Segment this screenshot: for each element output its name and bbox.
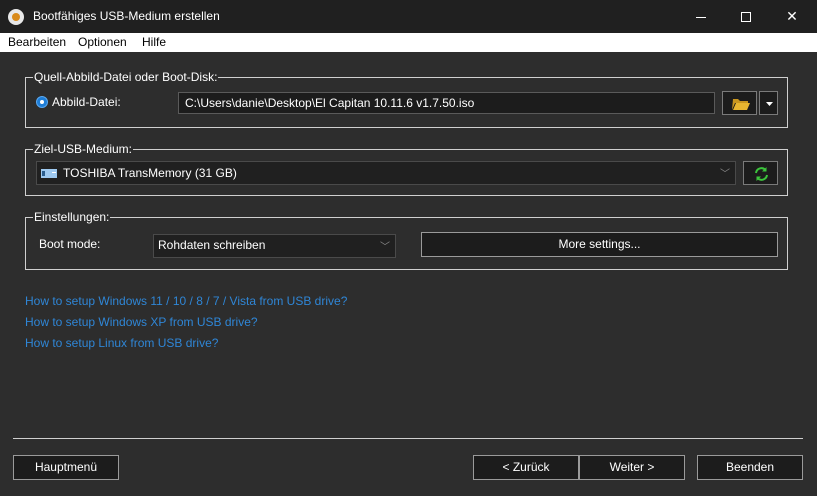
menu-optionen[interactable]: Optionen <box>78 35 127 49</box>
menu-hilfe[interactable]: Hilfe <box>142 35 166 49</box>
chevron-down-icon: ﹀ <box>720 169 730 180</box>
link-setup-linux[interactable]: How to setup Linux from USB drive? <box>25 336 218 350</box>
boot-mode-select[interactable]: Rohdaten schreiben ﹀ <box>153 234 396 258</box>
footer-separator <box>13 438 803 439</box>
link-setup-windows[interactable]: How to setup Windows 11 / 10 / 8 / 7 / V… <box>25 294 347 308</box>
settings-group-legend: Einstellungen: <box>33 209 111 225</box>
browse-button[interactable] <box>722 91 757 115</box>
chevron-down-icon: ﹀ <box>380 242 390 253</box>
refresh-icon <box>755 167 768 181</box>
image-file-radio[interactable] <box>36 96 48 108</box>
maximize-icon <box>741 12 751 23</box>
source-group-legend: Quell-Abbild-Datei oder Boot-Disk: <box>33 69 219 85</box>
caret-down-icon <box>766 102 773 106</box>
refresh-button[interactable] <box>743 161 778 185</box>
source-dropdown-button[interactable] <box>759 91 778 115</box>
app-icon <box>8 9 24 25</box>
title-bar: Bootfähiges USB-Medium erstellen ✕ <box>0 0 817 33</box>
exit-button[interactable]: Beenden <box>697 455 803 480</box>
usb-drive-icon <box>41 169 57 178</box>
close-button[interactable]: ✕ <box>769 0 815 33</box>
boot-mode-label: Boot mode: <box>39 237 101 251</box>
minimize-button[interactable] <box>678 0 724 33</box>
next-button[interactable]: Weiter > <box>579 455 685 480</box>
minimize-icon <box>696 16 706 18</box>
source-group: Quell-Abbild-Datei oder Boot-Disk: Abbil… <box>25 69 788 128</box>
main-content: Quell-Abbild-Datei oder Boot-Disk: Abbil… <box>0 52 817 496</box>
target-group: Ziel-USB-Medium: TOSHIBA TransMemory (31… <box>25 141 788 196</box>
maximize-button[interactable] <box>723 0 769 33</box>
target-drive-select[interactable]: TOSHIBA TransMemory (31 GB) ﹀ <box>36 161 736 185</box>
target-group-legend: Ziel-USB-Medium: <box>33 141 134 157</box>
image-file-label: Abbild-Datei: <box>52 95 121 109</box>
more-settings-button[interactable]: More settings... <box>421 232 778 257</box>
settings-group: Einstellungen: Boot mode: Rohdaten schre… <box>25 209 788 270</box>
window-title: Bootfähiges USB-Medium erstellen <box>33 9 220 23</box>
back-button[interactable]: < Zurück <box>473 455 579 480</box>
main-menu-button[interactable]: Hauptmenü <box>13 455 119 480</box>
close-icon: ✕ <box>786 8 798 24</box>
link-setup-windows-xp[interactable]: How to setup Windows XP from USB drive? <box>25 315 258 329</box>
menu-bar: Bearbeiten Optionen Hilfe <box>0 33 817 52</box>
folder-open-icon <box>732 99 750 110</box>
boot-mode-value: Rohdaten schreiben <box>158 238 266 252</box>
image-path-field[interactable]: C:\Users\danie\Desktop\El Capitan 10.11.… <box>178 92 715 114</box>
target-drive-value: TOSHIBA TransMemory (31 GB) <box>63 166 237 180</box>
menu-bearbeiten[interactable]: Bearbeiten <box>8 35 66 49</box>
